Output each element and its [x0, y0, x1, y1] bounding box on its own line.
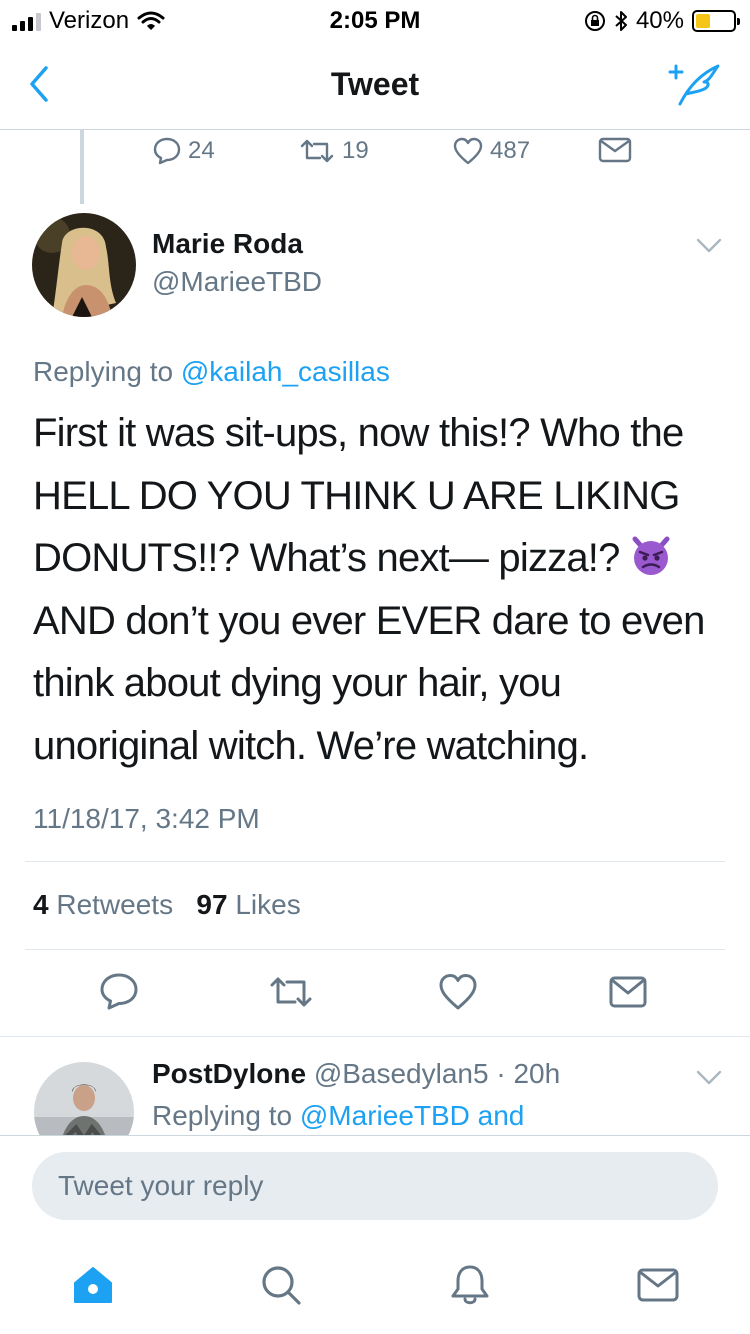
- replying-prefix: Replying to: [33, 356, 174, 387]
- reply-author-line: PostDylone @Basedylan5 · 20h: [152, 1058, 560, 1090]
- retweet-icon[interactable]: [268, 972, 314, 1012]
- battery-percent: 40%: [635, 7, 684, 34]
- heart-icon: [453, 137, 483, 165]
- navigation-header: Tweet: [0, 40, 750, 130]
- notifications-icon[interactable]: [448, 1263, 492, 1307]
- reply-age: 20h: [513, 1058, 561, 1089]
- chevron-down-icon[interactable]: [696, 1070, 722, 1086]
- previous-like-count: 487: [490, 137, 531, 164]
- replying-to: Replying to @kailah_casillas: [33, 356, 390, 388]
- retweet-label: Retweets: [56, 889, 174, 920]
- reply-icon: [153, 137, 181, 165]
- reply-replying-to: Replying to @MarieeTBD and: [152, 1100, 524, 1132]
- reply-author-handle[interactable]: @Basedylan5: [314, 1058, 489, 1089]
- previous-like-button[interactable]: 487: [452, 136, 530, 166]
- reply-author-photo: [34, 1062, 134, 1135]
- bluetooth-icon: [615, 11, 627, 31]
- author-name[interactable]: Marie Roda: [152, 228, 322, 260]
- tweet-timestamp: 11/18/17, 3:42 PM: [33, 803, 260, 834]
- tweet-text-part-1: First it was sit-ups, now this!? Who the…: [33, 411, 684, 580]
- page-title: Tweet: [330, 66, 420, 102]
- reply-input[interactable]: Tweet your reply: [32, 1152, 718, 1220]
- separator-dot: ·: [496, 1058, 506, 1089]
- like-label: Likes: [235, 889, 301, 920]
- avatar[interactable]: [32, 213, 136, 317]
- retweet-count: 4: [33, 889, 49, 920]
- reply-preview[interactable]: PostDylone @Basedylan5 · 20h Replying to…: [0, 1040, 750, 1135]
- home-icon[interactable]: [71, 1263, 115, 1307]
- previous-reply-button[interactable]: 24: [152, 136, 215, 166]
- heart-icon[interactable]: [438, 972, 478, 1012]
- reply-replying-link[interactable]: @MarieeTBD and: [300, 1100, 525, 1131]
- composer-divider: [0, 1135, 750, 1136]
- reply-icon[interactable]: [99, 972, 139, 1012]
- previous-reply-count: 24: [188, 137, 215, 164]
- replying-to-link[interactable]: @kailah_casillas: [181, 356, 390, 387]
- reply-author-name[interactable]: PostDylone: [152, 1058, 306, 1089]
- smiling-imp-emoji: [632, 536, 670, 575]
- divider: [25, 861, 725, 862]
- battery-icon: [692, 10, 740, 32]
- envelope-icon[interactable]: [608, 972, 648, 1012]
- likes-stat[interactable]: 97 Likes: [196, 889, 300, 920]
- previous-tweet-actions: 24 19 487: [0, 136, 750, 170]
- retweets-stat[interactable]: 4 Retweets: [33, 889, 173, 920]
- author-photo: [32, 213, 136, 317]
- previous-share-button[interactable]: [598, 136, 632, 164]
- envelope-icon: [598, 137, 632, 163]
- tweet-text: First it was sit-ups, now this!? Who the…: [33, 402, 723, 777]
- compose-tweet-icon[interactable]: [666, 60, 722, 110]
- messages-icon[interactable]: [636, 1263, 680, 1307]
- reply-avatar[interactable]: [34, 1062, 134, 1135]
- reply-replying-prefix: Replying to: [152, 1100, 293, 1131]
- previous-retweet-button[interactable]: 19: [298, 136, 369, 166]
- divider: [25, 949, 725, 950]
- like-count: 97: [196, 889, 228, 920]
- chevron-down-icon[interactable]: [696, 238, 722, 254]
- orientation-lock-icon: [584, 11, 605, 31]
- engagement-stats: 4 Retweets 97 Likes: [33, 889, 301, 921]
- author-handle[interactable]: @MarieeTBD: [152, 266, 322, 298]
- status-bar: Verizon 2:05 PM 40%: [0, 0, 750, 40]
- previous-retweet-count: 19: [342, 137, 369, 164]
- retweet-icon: [300, 139, 334, 163]
- search-icon[interactable]: [259, 1263, 303, 1307]
- tweet-text-part-2: AND don’t you ever EVER dare to even thi…: [33, 598, 705, 768]
- section-divider: [0, 1036, 750, 1037]
